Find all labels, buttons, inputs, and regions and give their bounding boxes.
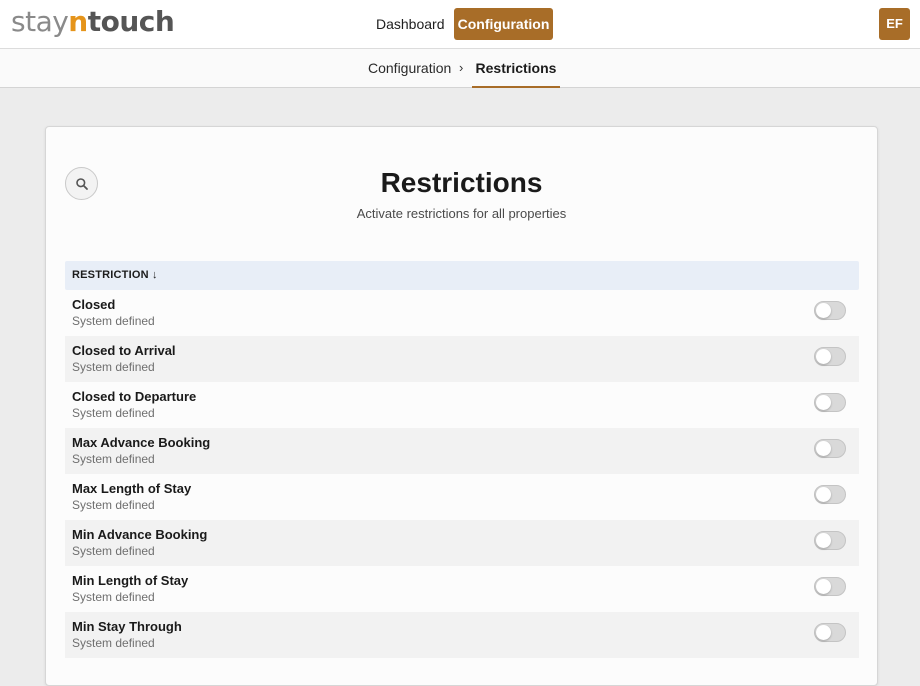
page-title: Restrictions	[380, 167, 543, 198]
restriction-source: System defined	[72, 636, 155, 650]
restriction-toggle[interactable]	[814, 623, 846, 642]
restriction-toggle[interactable]	[814, 439, 846, 458]
restriction-source: System defined	[72, 406, 155, 420]
table-row: Min Advance Booking System defined	[65, 520, 859, 566]
table-row: Closed System defined	[65, 290, 859, 336]
page-subtitle: Activate restrictions for all properties	[356, 206, 567, 221]
toggle-knob	[816, 533, 831, 548]
column-header-restriction[interactable]: RESTRICTION ↓	[65, 261, 859, 290]
restriction-toggle[interactable]	[814, 301, 846, 320]
breadcrumb-restrictions[interactable]: Restrictions	[472, 49, 560, 88]
table-row: Max Length of Stay System defined	[65, 474, 859, 520]
stayntouch-logo[interactable]: stayntouch	[11, 3, 175, 41]
restriction-toggle[interactable]	[814, 577, 846, 596]
toggle-knob	[816, 349, 831, 364]
restriction-toggle[interactable]	[814, 347, 846, 366]
toggle-knob	[816, 579, 831, 594]
restriction-toggle[interactable]	[814, 531, 846, 550]
restriction-name: Closed	[72, 297, 116, 312]
top-navigation-bar: stayntouch Dashboard Configuration EF	[0, 0, 920, 49]
toggle-knob	[816, 625, 831, 640]
restriction-name: Min Advance Booking	[72, 527, 208, 542]
table-row: Closed to Arrival System defined	[65, 336, 859, 382]
table-row: Min Stay Through System defined	[65, 612, 859, 658]
restriction-name: Min Length of Stay	[72, 573, 189, 588]
breadcrumb-separator: ›	[459, 60, 464, 75]
nav-configuration[interactable]: Configuration	[454, 8, 553, 40]
restriction-source: System defined	[72, 452, 155, 466]
table-row: Min Length of Stay System defined	[65, 566, 859, 612]
restriction-source: System defined	[72, 544, 155, 558]
restriction-name: Max Length of Stay	[72, 481, 192, 496]
user-avatar[interactable]: EF	[879, 8, 910, 40]
table-row: Max Advance Booking System defined	[65, 428, 859, 474]
toggle-knob	[816, 395, 831, 410]
restriction-source: System defined	[72, 360, 155, 374]
restrictions-table: RESTRICTION ↓ Closed System defined Clos…	[65, 261, 859, 658]
breadcrumb-configuration[interactable]: Configuration	[368, 49, 451, 87]
restriction-source: System defined	[72, 314, 155, 328]
toggle-knob	[816, 441, 831, 456]
toggle-knob	[816, 487, 831, 502]
restriction-name: Closed to Departure	[72, 389, 197, 404]
restriction-source: System defined	[72, 498, 155, 512]
restrictions-card: Restrictions Activate restrictions for a…	[45, 126, 878, 686]
restriction-source: System defined	[72, 590, 155, 604]
breadcrumb: Configuration › Restrictions	[0, 49, 920, 88]
restriction-name: Max Advance Booking	[72, 435, 211, 450]
restriction-toggle[interactable]	[814, 393, 846, 412]
restriction-toggle[interactable]	[814, 485, 846, 504]
restriction-name: Min Stay Through	[72, 619, 182, 634]
restriction-name: Closed to Arrival	[72, 343, 176, 358]
toggle-knob	[816, 303, 831, 318]
table-row: Closed to Departure System defined	[65, 382, 859, 428]
nav-dashboard[interactable]: Dashboard	[365, 9, 456, 40]
